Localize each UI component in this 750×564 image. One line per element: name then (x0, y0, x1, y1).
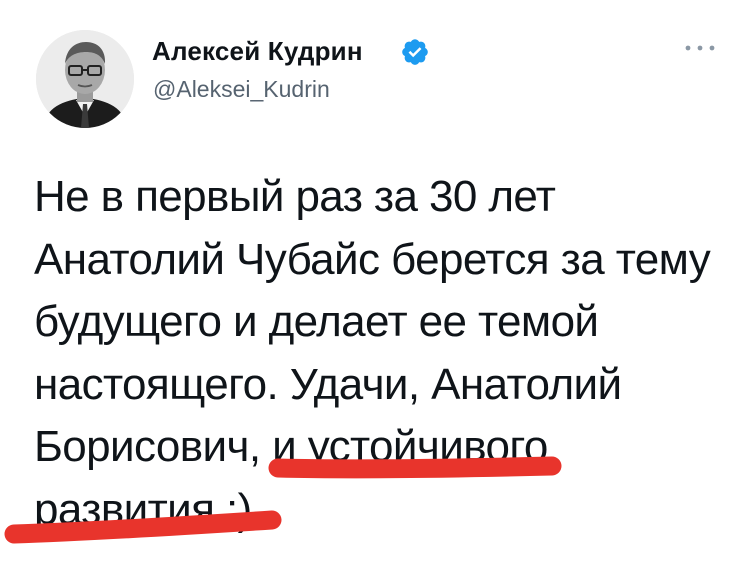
more-horizontal-icon[interactable] (680, 38, 720, 58)
tweet-line: Не в первый раз за 30 лет (34, 172, 556, 221)
tweet-text: Не в первый раз за 30 лет Анатолий Чубай… (34, 166, 734, 541)
avatar[interactable] (36, 30, 134, 128)
tweet-line: настоящего. Удачи, Анатолий (34, 359, 622, 409)
tweet-line: развития :) (34, 484, 252, 534)
tweet-line: будущего и делает ее темой (34, 297, 599, 346)
profile-photo (36, 30, 134, 128)
verified-badge-icon (402, 39, 428, 65)
tweet-line: Борисович, и устойчивого (34, 422, 548, 471)
tweet-card: Алексей Кудрин @Aleksei_Kudrin Не в перв… (0, 0, 750, 564)
author-handle[interactable]: @Aleksei_Kudrin (153, 76, 330, 103)
author-name[interactable]: Алексей Кудрин (152, 36, 363, 67)
tweet-line: Анатолий Чубайс берется за тему (34, 234, 711, 284)
